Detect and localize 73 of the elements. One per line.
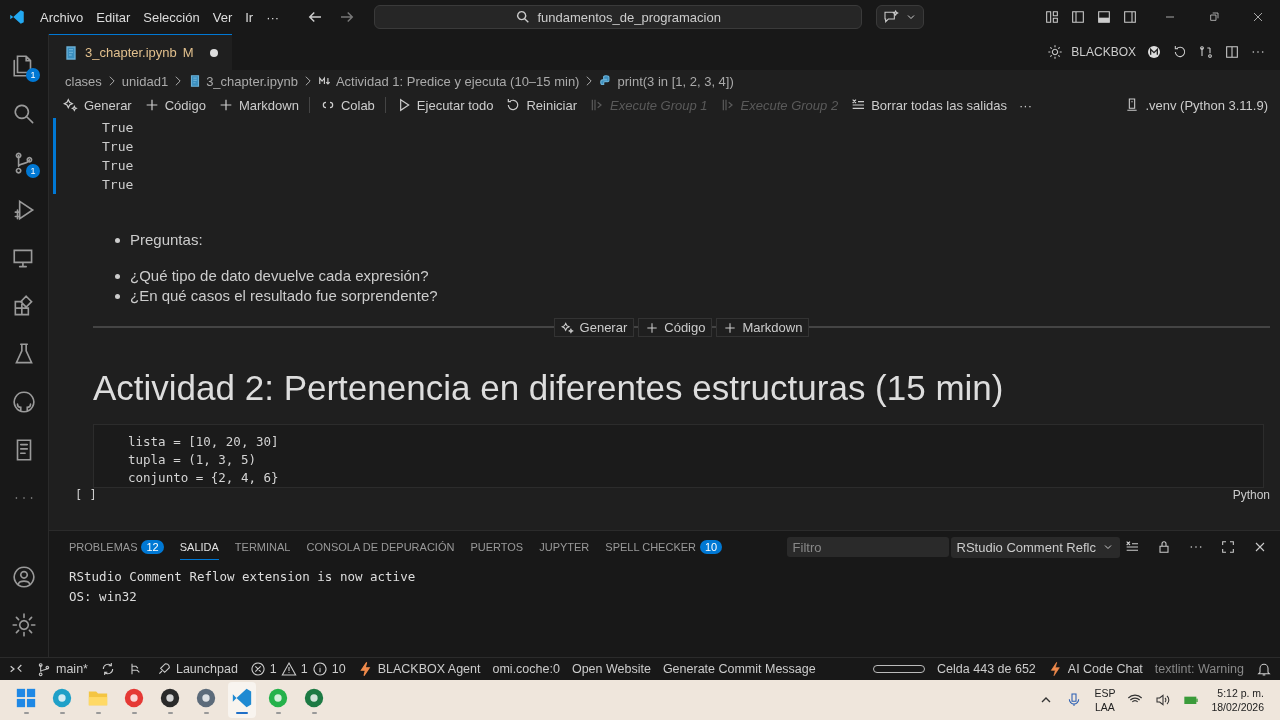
cell-output-line: True <box>102 138 134 156</box>
code-line: lista = [10, 20, 30] <box>128 433 280 451</box>
markdown-text: ¿En qué casos el resultado fue sorprendente? <box>130 286 438 306</box>
search-field[interactable]: fundamentos_de_programacion <box>374 5 863 29</box>
toolbar-button[interactable]: Markdown <box>211 95 305 115</box>
panel-tab[interactable]: CONSOLA DE DEPURACIÓN <box>306 534 455 560</box>
breadcrumb-item[interactable]: print(3 in [1, 2, 3, 4]) <box>617 73 734 89</box>
blackbox-button[interactable]: BLACKBOX <box>1071 45 1136 59</box>
toolbar-button[interactable]: Generar <box>57 95 138 115</box>
menu-item[interactable]: Ver <box>212 9 233 25</box>
panel-tab[interactable]: TERMINAL <box>234 534 291 560</box>
count-badge: 12 <box>141 539 164 554</box>
count-badge: 1 <box>26 164 40 178</box>
editor-tab[interactable]: 3_chapter.ipynb M <box>49 33 232 71</box>
panel-tab[interactable]: SALIDA <box>179 534 219 560</box>
breadcrumb-item[interactable]: unidad1 <box>121 73 169 89</box>
panel-tab[interactable]: PUERTOS <box>470 534 524 560</box>
toolbar-button[interactable]: Reiniciar <box>499 95 584 115</box>
insert-cell-button[interactable]: Markdown <box>716 318 810 337</box>
warning-count: 1 <box>300 662 308 676</box>
panel-tab[interactable]: JUPYTER <box>539 534 590 560</box>
breadcrumb-item[interactable]: 3_chapter.ipynb <box>206 73 298 89</box>
panel-tab[interactable]: SPELL CHECKER 10 <box>605 533 723 561</box>
info-count: 10 <box>331 662 346 676</box>
markdown-heading: Actividad 2: Pertenencia en diferentes estructuras (15 min) <box>93 367 1005 409</box>
toolbar-button[interactable]: Colab <box>313 95 381 115</box>
search-text: fundamentos_de_programacion <box>537 9 721 25</box>
count-badge: 10 <box>700 539 723 554</box>
toolbar-button[interactable]: Borrar todas las salidas <box>844 95 1013 115</box>
status-item[interactable]: Launchpad <box>155 661 238 677</box>
count-badge: 1 <box>26 68 40 82</box>
panel-tab[interactable]: PROBLEMAS 12 <box>69 533 164 561</box>
clock[interactable]: 5:12 p. m. 18/02/2026 <box>1211 686 1264 714</box>
status-item[interactable]: Open Website <box>571 662 651 676</box>
code-line: conjunto = {2, 4, 6} <box>128 469 280 487</box>
status-item[interactable]: omi.coche:0 <box>492 662 560 676</box>
toolbar-button[interactable]: Ejecutar todo <box>389 95 500 115</box>
status-item[interactable]: Celda 443 de 652 <box>937 662 1036 676</box>
branch-status[interactable]: main* <box>36 661 88 677</box>
breadcrumb-item[interactable]: Actividad 1: Predice y ejecuta (10–15 min) <box>335 73 580 89</box>
more-button[interactable]: ··· <box>1013 95 1038 115</box>
menu-item[interactable]: ··· <box>266 9 280 25</box>
error-count: 1 <box>269 662 277 676</box>
output-channel-dropdown[interactable]: RStudio Comment Reflc <box>950 536 1120 558</box>
menu-item[interactable]: Ir <box>245 9 254 25</box>
insert-cell-button[interactable]: Código <box>638 318 713 337</box>
execution-count: [ ] <box>75 488 97 502</box>
insert-cell-button[interactable]: Generar <box>553 318 635 337</box>
code-line: tupla = (1, 3, 5) <box>128 451 257 469</box>
breadcrumb-item[interactable]: clases <box>65 73 102 89</box>
kernel-picker[interactable]: .venv (Python 3.11.9) <box>1118 95 1274 115</box>
menu-item[interactable]: Archivo <box>40 9 84 25</box>
cell-output-line: True <box>102 176 134 194</box>
toolbar-button[interactable]: Código <box>137 95 212 115</box>
problems-status[interactable]: 1 1 10 <box>249 661 346 677</box>
cell-output-line: True <box>102 119 134 137</box>
modified-status: M <box>182 45 194 60</box>
tab-title: 3_chapter.ipynb <box>85 45 177 60</box>
markdown-text: Preguntas: <box>130 230 203 250</box>
output-line: OS: win32 <box>69 588 138 606</box>
cell-language[interactable]: Python <box>1232 488 1270 502</box>
filter-field[interactable]: Filtro <box>786 537 949 557</box>
status-item[interactable]: BLACKBOX Agent <box>357 661 481 677</box>
input-language[interactable]: ESP LAA <box>1094 686 1116 714</box>
status-item[interactable]: textlint: Warning <box>1154 662 1244 676</box>
status-item[interactable]: Generate Commit Message <box>662 662 816 676</box>
cell-output-line: True <box>102 157 134 175</box>
output-line: RStudio Comment Reflow extension is now active <box>69 568 417 586</box>
menu-item[interactable]: Selección <box>143 9 200 25</box>
menu-item[interactable]: Editar <box>96 9 131 25</box>
code-cell[interactable]: lista = [10, 20, 30] tupla = (1, 3, 5) conjunto = {2, 4, 6} <box>93 424 1264 488</box>
markdown-text: ¿Qué tipo de dato devuelve cada expresión? <box>130 266 429 286</box>
status-item[interactable]: AI Code Chat <box>1047 661 1143 677</box>
